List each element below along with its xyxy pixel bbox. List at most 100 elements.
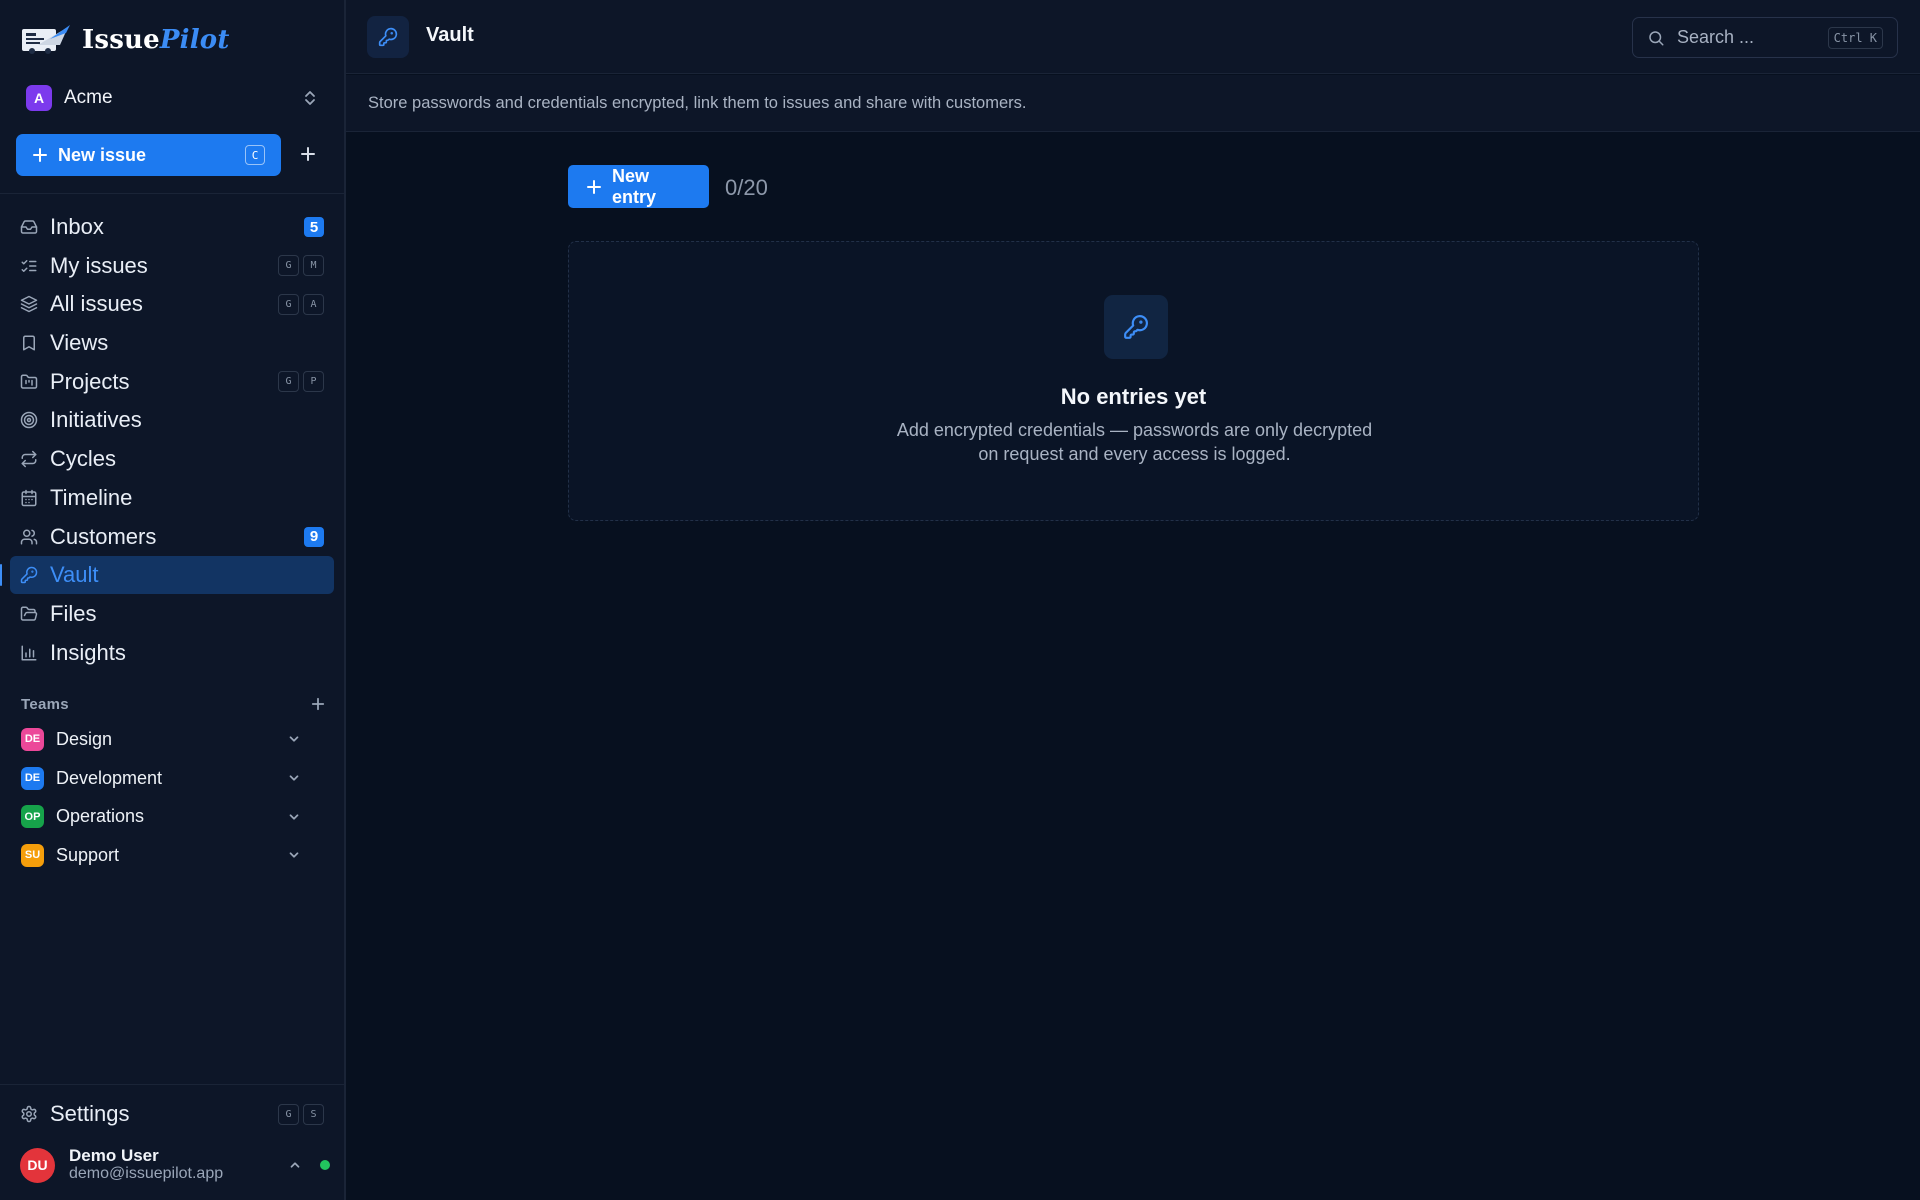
entry-count: 0/20 [725,175,768,200]
layers-icon [20,295,38,313]
team-name: Design [56,728,113,749]
team-item-development[interactable]: DE Development [21,759,301,798]
plus-icon [586,179,602,195]
sidebar-item-label: Files [50,600,97,626]
kbd-key: A [303,293,324,315]
avatar: DU [20,1147,55,1183]
team-avatar: OP [21,805,44,829]
new-issue-label: New issue [58,144,147,165]
sidebar-item-label: Views [50,330,109,356]
calendar-icon [20,489,38,507]
chevron-down-icon[interactable] [287,771,301,785]
sidebar-item-label: Customers [50,523,157,549]
kbd-key: G [278,293,299,315]
team-item-support[interactable]: SU Support [21,836,301,875]
page-description-bar: Store passwords and credentials encrypte… [346,75,1920,132]
sidebar-item-label: My issues [50,252,148,278]
list-checks-icon [20,257,38,275]
key-icon [367,16,409,58]
sidebar-item-label: Cycles [50,446,117,472]
add-team-button[interactable] [311,697,325,711]
page-header: Vault Search ... Ctrl K [346,0,1920,74]
repeat-icon [20,450,38,468]
kbd-key: G [278,371,299,393]
sidebar-nav: Inbox 5 My issues GM All issues GA Views… [0,208,334,672]
sidebar-item-my-issues[interactable]: My issues GM [10,247,334,285]
new-issue-shortcut: C [245,145,265,165]
inbox-count-badge: 5 [304,217,324,237]
search-shortcut: Ctrl K [1827,26,1883,49]
sidebar-item-label: Timeline [50,484,133,510]
chevron-down-icon[interactable] [287,848,301,862]
team-name: Development [56,767,163,788]
user-menu[interactable]: DU Demo User demo@issuepilot.app [20,1144,330,1186]
chevron-up-icon [288,1158,302,1172]
teams-header: Teams [21,694,325,714]
empty-state-title: No entries yet [1060,384,1207,409]
sidebar-item-label: Initiatives [50,407,142,433]
sidebar-item-insights[interactable]: Insights [10,634,334,672]
shortcut-keys: GA [278,293,324,315]
team-avatar: DE [21,766,44,790]
settings-label: Settings [50,1101,130,1126]
key-icon [1104,295,1168,359]
sidebar-item-inbox[interactable]: Inbox 5 [10,208,334,246]
sidebar-item-label: All issues [50,291,143,317]
kbd-key: G [278,255,299,277]
logo-plane-icon [20,23,74,57]
search-icon [1647,29,1665,47]
user-email: demo@issuepilot.app [69,1165,224,1182]
target-icon [20,411,38,429]
folder-open-icon [20,605,38,623]
team-item-operations[interactable]: OP Operations [21,797,301,836]
sidebar-item-all-issues[interactable]: All issues GA [10,285,334,323]
bar-chart-icon [20,644,38,662]
teams-list: DE Design DE Development OP Operations S… [21,720,301,875]
sidebar-item-label: Insights [50,639,126,665]
bookmark-icon [20,334,38,352]
search-placeholder: Search ... [1677,27,1755,47]
users-icon [20,528,38,546]
quick-create-button[interactable] [296,142,320,166]
chevron-down-icon[interactable] [287,810,301,824]
new-entry-label: New entry [612,165,657,207]
app-logo[interactable]: IssuePilot [20,22,230,58]
empty-state-line-2: on request and every access is logged. [978,444,1291,464]
workspace-avatar: A [26,85,52,111]
team-name: Support [56,844,120,865]
kbd-key: G [278,1103,299,1125]
kbd-key: S [303,1103,324,1125]
logo-text-pilot: Pilot [159,25,230,55]
plus-icon [300,146,316,162]
shortcut-keys: GM [278,255,324,277]
search-input[interactable]: Search ... Ctrl K [1632,17,1898,58]
chevron-down-icon[interactable] [287,732,301,746]
logo-text-issue: Issue [82,25,160,55]
empty-state-description: Add encrypted credentials — passwords ar… [869,418,1400,466]
new-entry-button[interactable]: New entry [568,165,709,208]
user-name: Demo User [69,1146,159,1165]
new-issue-button[interactable]: New issue C [16,134,281,176]
sidebar-item-label: Inbox [50,214,104,239]
sidebar-item-settings[interactable]: Settings GS [10,1095,334,1133]
team-item-design[interactable]: DE Design [21,720,301,759]
sidebar-item-initiatives[interactable]: Initiatives [10,401,334,439]
sidebar-item-cycles[interactable]: Cycles [10,440,334,478]
team-name: Operations [56,806,145,827]
sidebar-item-views[interactable]: Views [10,324,334,362]
shortcut-keys: GP [278,371,324,393]
workspace-name: Acme [64,87,113,108]
sidebar-item-files[interactable]: Files [10,595,334,633]
sidebar-item-projects[interactable]: Projects GP [10,363,334,401]
sidebar-item-label: Vault [50,562,99,588]
workspace-switcher[interactable]: A Acme [16,80,328,116]
empty-state-line-1: Add encrypted credentials — passwords ar… [896,420,1373,440]
sidebar-item-customers[interactable]: Customers 9 [10,518,334,556]
sidebar-footer-divider [0,1084,344,1085]
teams-title: Teams [21,695,69,713]
folder-kanban-icon [20,373,38,391]
sidebar-item-timeline[interactable]: Timeline [10,479,334,517]
sidebar-divider [0,193,344,194]
plus-icon [32,147,48,163]
sidebar-item-vault[interactable]: Vault [0,556,334,595]
